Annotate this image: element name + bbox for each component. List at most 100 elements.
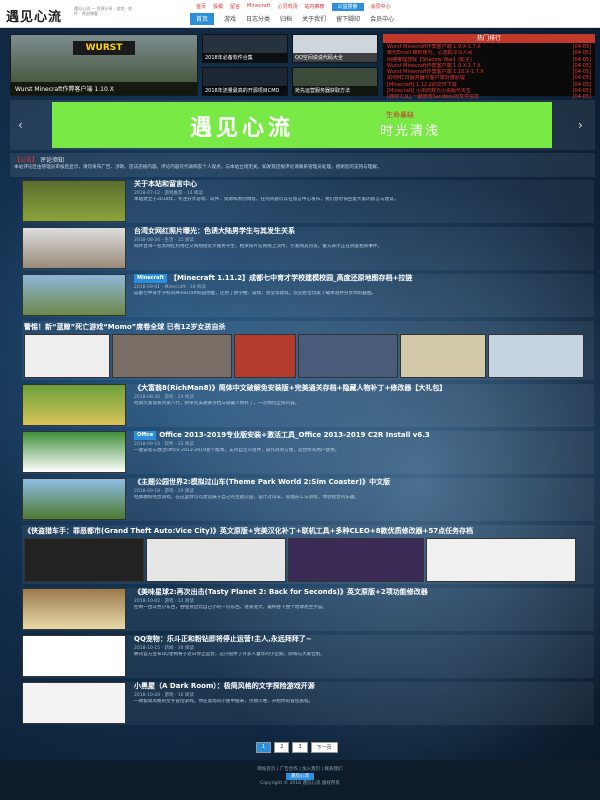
gallery-image[interactable] xyxy=(234,334,296,378)
post-excerpt: 网传台湾一名女网红利用社交网络接近大陆男学生，相关照片在网络上流传，引发网友热议… xyxy=(134,244,383,249)
gallery-image[interactable] xyxy=(288,538,424,582)
featured-small-caption[interactable]: 2018年必备软件合集 xyxy=(203,53,287,62)
post-item[interactable]: QQ宠物：乐斗正和粉钻即将停止运营!主人,永远拜拜了~ 2018-10-15 ·… xyxy=(22,635,594,678)
post-meta: 2018-08-26 · 生活 · 15 阅读 xyxy=(134,238,194,243)
gallery-image[interactable] xyxy=(112,334,232,378)
gallery-image[interactable] xyxy=(146,538,286,582)
post-thumbnail[interactable] xyxy=(22,682,126,724)
post-item[interactable]: Minecraft 【Minecraft 1.11.2】成都七中育才学校建模校园_… xyxy=(22,274,594,317)
post-category[interactable]: Minecraft xyxy=(134,274,168,283)
post-category[interactable]: Office xyxy=(134,431,157,440)
top-nav-item[interactable]: 留言 xyxy=(230,3,240,11)
top-nav-item[interactable]: 投稿 xyxy=(213,3,223,11)
footer: 网站首页 | 广告合作 | 加入我们 | 联系我们 遇见心流 Copyright… xyxy=(0,760,600,800)
post-item-gallery[interactable]: 警惕！新“蓝鲸”死亡游戏“Momo”席卷全球 已有12岁女孩自杀 xyxy=(22,321,594,380)
featured-small[interactable]: 抢先运营服务器获取方法 xyxy=(292,67,378,96)
post-title[interactable]: Office Office 2013-2019专业版安装+激活工具_Office … xyxy=(134,431,588,440)
nav-games[interactable]: 游戏 xyxy=(224,14,236,25)
next-page-button[interactable]: 下一页 xyxy=(310,742,338,753)
top-nav-item[interactable]: 站内推荐 xyxy=(305,3,325,11)
post-thumbnail[interactable] xyxy=(22,384,126,426)
post-list: 关于本站和留言中心 2018-07-12 · 游戏推荐 · 14 阅读 本站建立… xyxy=(22,180,594,729)
featured-main[interactable]: WURST Wurst Minecraft作弊客户端 1.10.X xyxy=(10,34,198,96)
arrow-left-icon[interactable]: ‹ xyxy=(18,118,23,132)
featured-small[interactable]: 2018年必备软件合集 xyxy=(202,34,288,63)
gallery-image[interactable] xyxy=(24,538,144,582)
gallery-image[interactable] xyxy=(488,334,584,378)
post-item[interactable]: 《大富翁8(RichMan8)》简体中文破解免安装版+完美通关存档+隐藏人物补丁… xyxy=(22,384,594,427)
notice-title[interactable]: 评论须知 xyxy=(40,157,64,164)
post-title[interactable]: Minecraft 【Minecraft 1.11.2】成都七中育才学校建模校园_… xyxy=(134,274,588,283)
page-button[interactable]: 1 xyxy=(256,742,272,753)
post-title[interactable]: 小黑屋（A Dark Room）：极简风格的文字探险游戏开源 xyxy=(134,682,588,691)
notice-box: 【公告】 评论须知 本站评论区由管理员审核后显示，请勿发布广告、涉政、违法违规内… xyxy=(10,153,595,177)
top-nav-item[interactable]: 公益搜索 xyxy=(331,3,364,11)
arrow-right-icon[interactable]: › xyxy=(578,118,583,132)
nav-guestbook[interactable]: 留下脚印 xyxy=(336,14,360,25)
post-thumbnail[interactable] xyxy=(22,635,126,677)
post-item[interactable]: 关于本站和留言中心 2018-07-12 · 游戏推荐 · 14 阅读 本站建立… xyxy=(22,180,594,223)
header: 遇见心流 遇见心流 — 资源分享 · 游戏 · 软件 · 原创博客 首页 投稿 … xyxy=(0,0,600,28)
featured-small[interactable]: 2018年流量最高的开源项目CMD xyxy=(202,67,288,96)
featured-caption[interactable]: Wurst Minecraft作弊客户端 1.10.X xyxy=(11,82,197,95)
nav-member[interactable]: 会员中心 xyxy=(370,14,394,25)
banner-title: 遇见心流 xyxy=(190,116,295,141)
notice-tag: 【公告】 xyxy=(14,157,39,164)
nav-archive[interactable]: 归档 xyxy=(280,14,292,25)
post-item[interactable]: 《主题公园世界2:模拟过山车(Theme Park World 2:Sim Co… xyxy=(22,478,594,521)
post-excerpt: 经典模拟经营游戏，在这里你可以建造属于自己的主题公园，设计过山车，管理员工与游客… xyxy=(134,495,360,500)
footer-copyright: Copyright © 2018 遇见心流 版权所有 xyxy=(260,781,340,786)
featured-slider: WURST Wurst Minecraft作弊客户端 1.10.X 2018年必… xyxy=(10,34,380,96)
nav-home[interactable]: 首页 xyxy=(190,13,215,25)
banner-slogan-1: 生命暴缺 xyxy=(386,111,414,119)
nav-categories[interactable]: 日志分类 xyxy=(246,14,270,25)
post-excerpt: 一键安装与激活Office 2013-2019各个版本，支持自定义组件，操作简单… xyxy=(134,448,340,453)
post-thumbnail[interactable] xyxy=(22,431,126,473)
gallery-image[interactable] xyxy=(298,334,398,378)
footer-badge: 遇见心流 xyxy=(286,773,314,780)
featured-small[interactable]: QQ空间说说代码大全 xyxy=(292,34,378,63)
post-thumbnail[interactable] xyxy=(22,478,126,520)
post-excerpt: 成都七中育才学校的Minecraft校园地图，还原了教学楼、操场、食堂等建筑，欢… xyxy=(134,291,377,296)
post-title[interactable]: 《侠盗猎车手：罪恶都市(Grand Theft Auto:Vice City)》… xyxy=(24,527,592,536)
post-title[interactable]: 警惕！新“蓝鲸”死亡游戏“Momo”席卷全球 已有12岁女孩自杀 xyxy=(24,323,592,332)
page-button[interactable]: 3 xyxy=(292,742,308,753)
post-title[interactable]: QQ宠物：乐斗正和粉钻即将停止运营!主人,永远拜拜了~ xyxy=(134,635,588,644)
post-meta: 2018-09-01 · Minecraft · 18 阅读 xyxy=(134,285,206,290)
main-nav: 首页 游戏 日志分类 归档 关于我们 留下脚印 会员中心 xyxy=(190,13,596,25)
post-thumbnail[interactable] xyxy=(22,180,126,222)
post-item[interactable]: Office Office 2013-2019专业版安装+激活工具_Office … xyxy=(22,431,594,474)
post-thumbnail[interactable] xyxy=(22,274,126,316)
gallery-image[interactable] xyxy=(24,334,110,378)
top-nav-item[interactable]: Minecraft xyxy=(247,3,270,11)
banner-carousel: ‹ 遇见心流 生命暴缺 时光清浅 › xyxy=(10,100,595,150)
top-nav-item[interactable]: 心灵鸡汤 xyxy=(278,3,298,11)
top-nav: 首页 投稿 留言 Minecraft 心灵鸡汤 站内推荐 公益搜索 会员中心 xyxy=(196,3,596,11)
post-excerpt: 腾讯官方宣布QQ宠物将于近日停止运营，这只陪伴了许多人童年的小企鹅，即将与大家告… xyxy=(134,652,325,657)
footer-links[interactable]: 网站首页 | 广告合作 | 加入我们 | 联系我们 xyxy=(0,766,600,773)
post-title[interactable]: 台湾女网红照片曝光：色诱大陆男学生与其发生关系 xyxy=(134,227,588,236)
post-title[interactable]: 关于本站和留言中心 xyxy=(134,180,588,189)
post-title[interactable]: 《美味星球2:再次出击(Tasty Planet 2: Back for Sec… xyxy=(134,588,588,597)
featured-small-caption[interactable]: QQ空间说说代码大全 xyxy=(293,53,377,62)
gallery-image[interactable] xyxy=(400,334,486,378)
featured-small-caption[interactable]: 2018年流量最高的开源项目CMD xyxy=(203,86,287,95)
featured-small-caption[interactable]: 抢先运营服务器获取方法 xyxy=(293,86,377,95)
top-nav-item[interactable]: 首页 xyxy=(196,3,206,11)
post-item-gallery[interactable]: 《侠盗猎车手：罪恶都市(Grand Theft Auto:Vice City)》… xyxy=(22,525,594,584)
post-item[interactable]: 台湾女网红照片曝光：色诱大陆男学生与其发生关系 2018-08-26 · 生活 … xyxy=(22,227,594,270)
post-meta: 2018-07-12 · 游戏推荐 · 14 阅读 xyxy=(134,191,203,196)
post-title[interactable]: 《大富翁8(RichMan8)》简体中文破解免安装版+完美通关存档+隐藏人物补丁… xyxy=(134,384,588,393)
nav-about[interactable]: 关于我们 xyxy=(302,14,326,25)
top-nav-item[interactable]: 会员中心 xyxy=(371,3,391,11)
site-logo[interactable]: 遇见心流 xyxy=(6,6,62,25)
page-button[interactable]: 2 xyxy=(274,742,290,753)
post-item[interactable]: 《美味星球2:再次出击(Tasty Planet 2: Back for Sec… xyxy=(22,588,594,631)
hot-ranking: 热门排行 Wurst Minecraft作弊客户端 1.9.X-1.7.X [04… xyxy=(383,34,595,100)
post-thumbnail[interactable] xyxy=(22,227,126,269)
gallery-image[interactable] xyxy=(426,538,576,582)
post-item[interactable]: 小黑屋（A Dark Room）：极简风格的文字探险游戏开源 2018-10-2… xyxy=(22,682,594,725)
post-thumbnail[interactable] xyxy=(22,588,126,630)
post-title[interactable]: 《主题公园世界2:模拟过山车(Theme Park World 2:Sim Co… xyxy=(134,478,588,487)
banner-slide[interactable]: 遇见心流 生命暴缺 时光清浅 xyxy=(52,102,552,148)
